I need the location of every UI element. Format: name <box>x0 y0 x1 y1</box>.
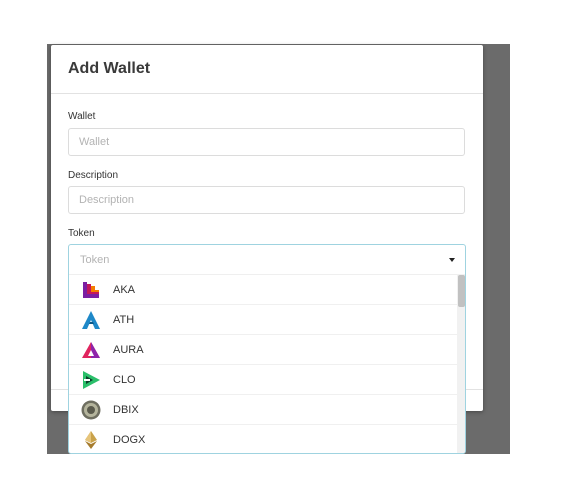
token-select-toggle[interactable]: Token <box>69 245 465 275</box>
token-label: Token <box>68 228 95 239</box>
token-options-list: AKA ATH AURA CLO DBIX DOGX <box>69 275 465 453</box>
wallet-label: Wallet <box>68 111 96 122</box>
token-option-dbix[interactable]: DBIX <box>69 395 465 425</box>
token-option-label: CLO <box>113 374 136 386</box>
token-option-dogx[interactable]: DOGX <box>69 425 465 453</box>
dbix-logo-icon <box>81 400 101 420</box>
modal-header: Add Wallet <box>51 45 483 94</box>
token-option-label: AURA <box>113 344 144 356</box>
aura-logo-icon <box>81 340 101 360</box>
description-label: Description <box>68 170 119 181</box>
wallet-input[interactable] <box>68 128 465 156</box>
token-select-placeholder: Token <box>80 254 110 266</box>
modal-title: Add Wallet <box>68 60 151 77</box>
clo-logo-icon <box>81 370 101 390</box>
token-option-label: DBIX <box>113 404 139 416</box>
scrollbar-thumb[interactable] <box>458 275 465 307</box>
description-input[interactable] <box>68 186 465 214</box>
token-option-label: AKA <box>113 284 136 296</box>
aka-logo-icon <box>81 280 101 300</box>
token-select[interactable]: Token AKA ATH AURA CLO DBIX DOGX <box>68 244 466 454</box>
caret-down-icon[interactable] <box>449 258 455 262</box>
token-option-clo[interactable]: CLO <box>69 365 465 395</box>
token-option-label: DOGX <box>113 434 146 446</box>
token-option-ath[interactable]: ATH <box>69 305 465 335</box>
ath-logo-icon <box>81 310 101 330</box>
token-option-aka[interactable]: AKA <box>69 275 465 305</box>
token-option-label: ATH <box>113 314 135 326</box>
options-scrollbar[interactable] <box>457 274 465 453</box>
token-option-aura[interactable]: AURA <box>69 335 465 365</box>
dogx-logo-icon <box>81 430 101 450</box>
